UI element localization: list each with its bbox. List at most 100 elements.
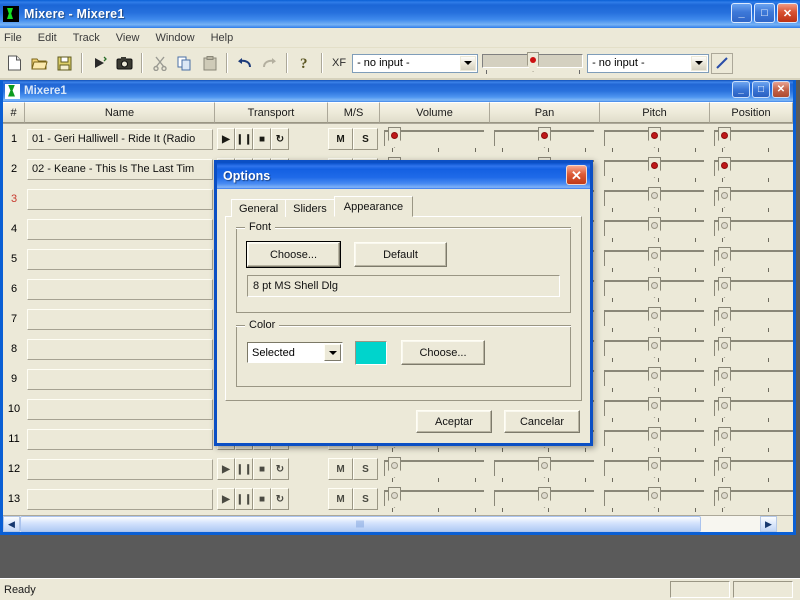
volume-slider[interactable] xyxy=(380,484,490,514)
track-name-cell[interactable] xyxy=(25,364,215,394)
solo-button[interactable]: S xyxy=(353,128,378,150)
pitch-slider[interactable] xyxy=(600,364,710,394)
scroll-right-icon[interactable]: ▶ xyxy=(760,516,777,532)
play-button[interactable]: ▶ xyxy=(217,488,235,510)
pan-slider[interactable] xyxy=(490,484,600,514)
loop-button[interactable]: ↻ xyxy=(271,488,289,510)
track-name-cell[interactable]: 01 - Geri Halliwell - Ride It (Radio xyxy=(25,124,215,154)
mute-button[interactable]: M xyxy=(328,488,353,510)
track-name-cell[interactable] xyxy=(25,514,215,515)
child-minimize-button[interactable]: _ xyxy=(732,81,750,98)
pitch-slider[interactable] xyxy=(600,334,710,364)
position-slider[interactable] xyxy=(710,454,793,484)
column-header-number[interactable]: # xyxy=(3,102,25,123)
tab-general[interactable]: General xyxy=(231,199,287,217)
pen-line-icon[interactable] xyxy=(711,52,734,74)
snapshot-camera-icon[interactable] xyxy=(113,52,136,74)
column-header-name[interactable]: Name xyxy=(25,102,215,123)
child-close-button[interactable]: ✕ xyxy=(772,81,790,98)
input-right-combo[interactable]: - no input - xyxy=(587,53,710,73)
dialog-close-button[interactable]: ✕ xyxy=(566,165,587,185)
new-file-icon[interactable] xyxy=(3,52,26,74)
column-header-ms[interactable]: M/S xyxy=(328,102,380,123)
pitch-slider[interactable] xyxy=(600,274,710,304)
pan-slider[interactable] xyxy=(490,454,600,484)
play-button[interactable]: ▶ xyxy=(217,128,235,150)
pan-slider[interactable] xyxy=(490,514,600,515)
hscroll-thumb[interactable] xyxy=(20,516,701,532)
chevron-down-icon[interactable] xyxy=(324,344,341,361)
play-all-icon[interactable] xyxy=(88,52,111,74)
track-name-cell[interactable]: 02 - Keane - This Is The Last Tim xyxy=(25,154,215,184)
track-name-cell[interactable] xyxy=(25,394,215,424)
menu-item-help[interactable]: Help xyxy=(203,30,242,46)
cut-scissors-icon[interactable] xyxy=(148,52,171,74)
color-target-select[interactable]: Selected xyxy=(247,342,343,363)
pitch-slider[interactable] xyxy=(600,154,710,184)
position-slider[interactable] xyxy=(710,154,793,184)
mute-button[interactable]: M xyxy=(328,458,353,480)
pitch-slider[interactable] xyxy=(600,454,710,484)
save-icon[interactable] xyxy=(53,52,76,74)
loop-button[interactable]: ↻ xyxy=(271,128,289,150)
minimize-button[interactable]: _ xyxy=(731,3,752,23)
paste-icon[interactable] xyxy=(198,52,221,74)
table-row[interactable]: 12 ▶ ❙❙ ■ ↻ M S xyxy=(3,454,793,484)
stop-button[interactable]: ■ xyxy=(253,458,271,480)
position-slider[interactable] xyxy=(710,124,793,154)
scroll-left-icon[interactable]: ◀ xyxy=(3,516,20,532)
pause-button[interactable]: ❙❙ xyxy=(235,128,253,150)
font-default-button[interactable]: Default xyxy=(354,242,447,267)
track-name-cell[interactable] xyxy=(25,454,215,484)
menu-item-edit[interactable]: Edit xyxy=(30,30,65,46)
track-name-cell[interactable] xyxy=(25,304,215,334)
font-choose-button[interactable]: Choose... xyxy=(246,241,341,268)
volume-slider[interactable] xyxy=(380,124,490,154)
position-slider[interactable] xyxy=(710,364,793,394)
horizontal-scrollbar[interactable]: ◀ ▶ xyxy=(3,515,793,532)
track-name-cell[interactable] xyxy=(25,484,215,514)
stop-button[interactable]: ■ xyxy=(253,128,271,150)
mute-button[interactable]: M xyxy=(328,128,353,150)
menu-item-track[interactable]: Track xyxy=(65,30,108,46)
pause-button[interactable]: ❙❙ xyxy=(235,458,253,480)
menu-item-window[interactable]: Window xyxy=(147,30,202,46)
column-header-pan[interactable]: Pan xyxy=(490,102,600,123)
position-slider[interactable] xyxy=(710,304,793,334)
color-choose-button[interactable]: Choose... xyxy=(401,340,485,365)
pause-button[interactable]: ❙❙ xyxy=(235,488,253,510)
column-header-position[interactable]: Position xyxy=(710,102,793,123)
tab-sliders[interactable]: Sliders xyxy=(285,199,335,217)
position-slider[interactable] xyxy=(710,214,793,244)
track-name-cell[interactable] xyxy=(25,244,215,274)
position-slider[interactable] xyxy=(710,334,793,364)
crossfader-slider[interactable] xyxy=(480,52,586,74)
pitch-slider[interactable] xyxy=(600,244,710,274)
pitch-slider[interactable] xyxy=(600,124,710,154)
column-header-transport[interactable]: Transport xyxy=(215,102,328,123)
position-slider[interactable] xyxy=(710,514,793,515)
close-button[interactable]: ✕ xyxy=(777,3,798,23)
child-maximize-button[interactable]: □ xyxy=(752,81,770,98)
chevron-down-icon[interactable] xyxy=(691,55,708,71)
track-name-cell[interactable] xyxy=(25,214,215,244)
table-row[interactable]: 1 01 - Geri Halliwell - Ride It (Radio ▶ ❙❙… xyxy=(3,124,793,154)
open-folder-icon[interactable] xyxy=(28,52,51,74)
track-name-cell[interactable] xyxy=(25,334,215,364)
table-row[interactable]: 14 ▶❙❙■↻MS xyxy=(3,514,793,515)
resize-grip[interactable] xyxy=(777,516,793,532)
pitch-slider[interactable] xyxy=(600,424,710,454)
pitch-slider[interactable] xyxy=(600,304,710,334)
pitch-slider[interactable] xyxy=(600,214,710,244)
input-left-combo[interactable]: - no input - xyxy=(352,53,479,73)
crossfader-thumb[interactable] xyxy=(527,52,540,72)
copy-icon[interactable] xyxy=(173,52,196,74)
volume-slider[interactable] xyxy=(380,454,490,484)
position-slider[interactable] xyxy=(710,244,793,274)
maximize-button[interactable]: □ xyxy=(754,3,775,23)
position-slider[interactable] xyxy=(710,424,793,454)
pitch-slider[interactable] xyxy=(600,484,710,514)
volume-slider[interactable] xyxy=(380,514,490,515)
hscroll-trough[interactable] xyxy=(20,516,760,532)
cancel-button[interactable]: Cancelar xyxy=(504,410,580,433)
